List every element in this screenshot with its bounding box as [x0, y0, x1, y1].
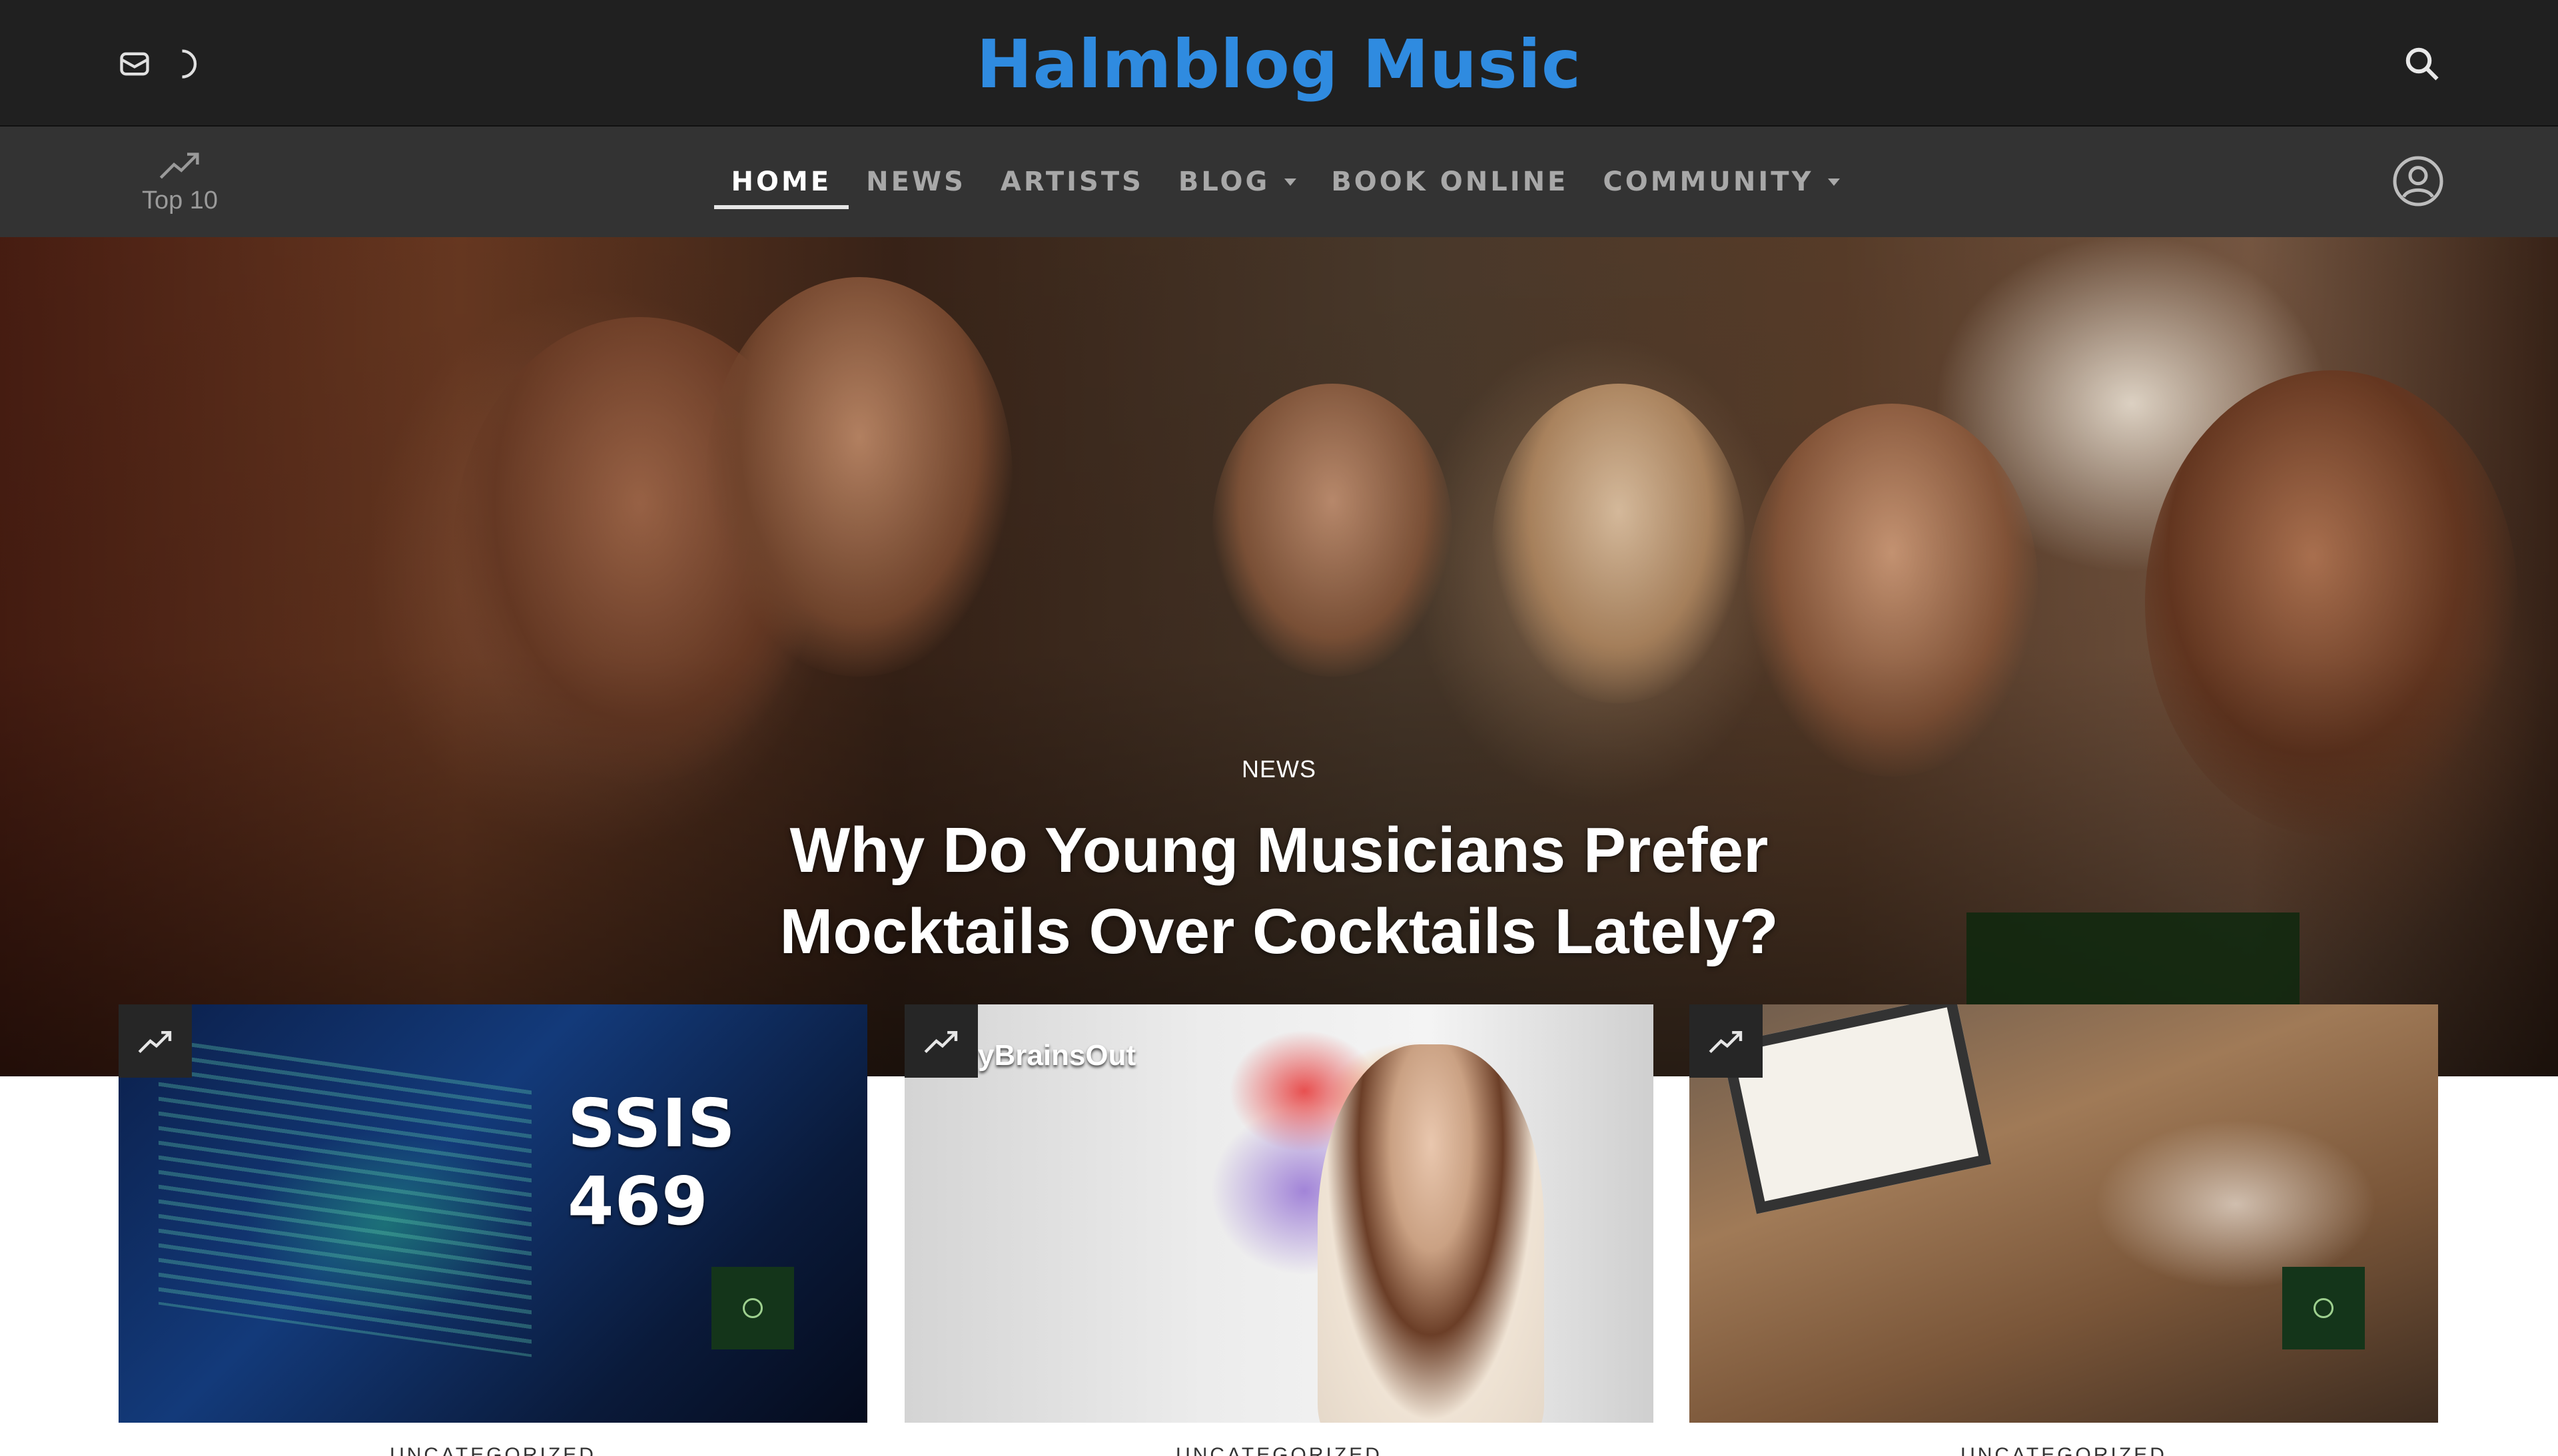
trending-up-icon: [924, 1030, 958, 1054]
nav-item-home[interactable]: HOME: [713, 152, 849, 212]
nav-item-community[interactable]: COMMUNITY: [1603, 152, 1841, 212]
hero-ad-box: [1966, 912, 2300, 1012]
site-header: Halmblog Music: [0, 0, 2558, 127]
nav-item-label: ARTISTS: [1000, 167, 1144, 197]
card-image-text: yBrainsOut: [978, 1039, 1136, 1072]
laptop-screen: [159, 1038, 532, 1357]
nav-item-artists[interactable]: ARTISTS: [1001, 152, 1144, 212]
user-icon[interactable]: [2391, 155, 2445, 208]
nav-item-blog[interactable]: BLOG: [1178, 152, 1297, 212]
trending-up-icon: [1709, 1030, 1743, 1054]
search-icon[interactable]: [2402, 44, 2442, 84]
trending-badge[interactable]: [119, 1004, 192, 1078]
chevron-down-icon: [1284, 178, 1297, 186]
hero-featured-post[interactable]: NEWS Why Do Young Musicians Prefer Mockt…: [0, 237, 2558, 1076]
trending-up-icon: [138, 1030, 172, 1054]
site-logo-watermark: [711, 1267, 794, 1349]
card-image-text: SSIS 469: [568, 1084, 736, 1240]
post-card[interactable]: [1689, 1004, 2438, 1423]
nav-item-news[interactable]: NEWS: [866, 152, 966, 212]
post-card[interactable]: SSIS 469: [119, 1004, 867, 1423]
card-thumbnail-figure: [1318, 1044, 1544, 1423]
chevron-down-icon: [1828, 178, 1841, 186]
nav-item-label: BLOG: [1178, 167, 1270, 197]
site-title[interactable]: Halmblog Music: [0, 28, 2558, 101]
trending-badge[interactable]: [1689, 1004, 1763, 1078]
post-card[interactable]: yBrainsOut: [905, 1004, 1653, 1423]
hero-category-link[interactable]: NEWS: [0, 755, 2558, 783]
post-card-grid: SSIS 469 yBrainsOut UNCATEGORIZED UNCATE…: [119, 1004, 2439, 1456]
nav-item-book-online[interactable]: BOOK ONLINE: [1331, 152, 1568, 212]
nav-menu: HOME NEWS ARTISTS BLOG BOOK ONLINE COMMU…: [0, 127, 2558, 237]
nav-item-label: HOME: [731, 167, 832, 197]
nav-item-label: COMMUNITY: [1603, 167, 1814, 197]
card-category-label[interactable]: UNCATEGORIZED: [1689, 1444, 2438, 1456]
nav-item-label: NEWS: [866, 167, 966, 197]
card-category-label[interactable]: UNCATEGORIZED: [905, 1444, 1653, 1456]
main-navigation: Top 10 HOME NEWS ARTISTS BLOG BOOK ONLIN…: [0, 127, 2558, 237]
trending-badge[interactable]: [905, 1004, 978, 1078]
site-logo-watermark: [2282, 1267, 2365, 1349]
hero-title[interactable]: Why Do Young Musicians Prefer Mocktails …: [666, 810, 1892, 972]
card-category-label[interactable]: UNCATEGORIZED: [119, 1444, 867, 1456]
nav-item-label: BOOK ONLINE: [1331, 167, 1569, 197]
